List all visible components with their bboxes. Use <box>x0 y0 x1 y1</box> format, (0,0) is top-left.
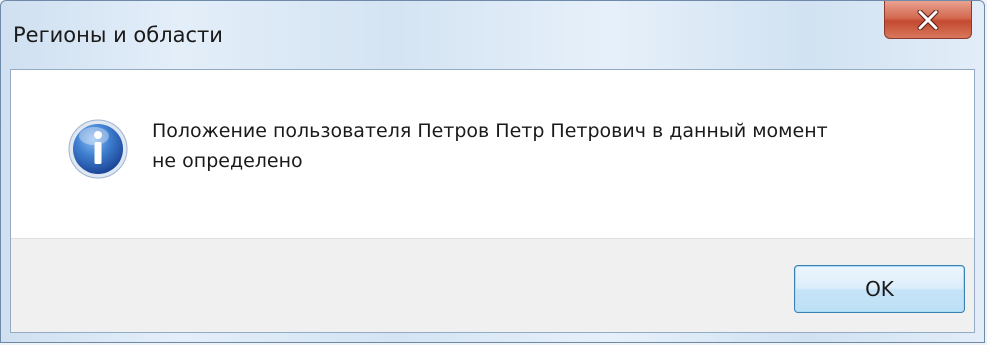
ok-button[interactable]: OK <box>794 265 965 313</box>
close-icon <box>917 9 939 30</box>
window-title: Регионы и области <box>13 23 223 47</box>
title-bar[interactable]: Регионы и области <box>1 1 984 69</box>
dialog-message: Положение пользователя Петров Петр Петро… <box>152 116 932 176</box>
info-icon <box>68 119 128 179</box>
dialog-message-text: Положение пользователя Петров Петр Петро… <box>152 120 828 172</box>
button-bar: OK <box>11 238 974 332</box>
dialog-content: Положение пользователя Петров Петр Петро… <box>10 69 975 333</box>
dialog-window: Регионы и области Положение пользователя… <box>0 0 985 343</box>
message-area: Положение пользователя Петров Петр Петро… <box>11 70 974 238</box>
close-button[interactable] <box>884 1 972 39</box>
